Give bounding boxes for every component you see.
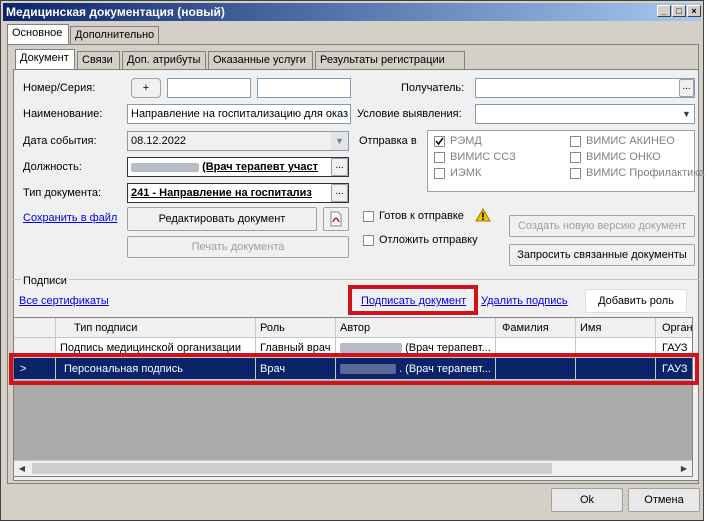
doctype-input[interactable]: 241 - Направление на госпитализ: [127, 183, 349, 203]
cancel-button[interactable]: Отмена: [628, 488, 700, 512]
doctype-picker-button[interactable]: ...: [331, 184, 348, 202]
sub-tabs: Документ Связи Доп. атрибуты Оказанные у…: [15, 49, 695, 71]
date-label: Дата события:: [23, 135, 97, 147]
pdf-icon[interactable]: [323, 207, 349, 231]
maximize-icon[interactable]: □: [672, 5, 686, 17]
ok-button[interactable]: Ok: [551, 488, 623, 512]
checkbox-ssz[interactable]: [434, 152, 445, 163]
add-role-button[interactable]: Добавить роль: [585, 289, 687, 313]
ready-label: Готов к отправке: [379, 210, 464, 222]
number-input[interactable]: [167, 78, 251, 98]
tab-registration-results[interactable]: Результаты регистрации: [315, 51, 465, 69]
number-label: Номер/Серия:: [23, 82, 96, 94]
request-linked-button[interactable]: Запросить связанные документы: [509, 244, 695, 266]
scroll-left-icon[interactable]: ◀: [14, 461, 30, 476]
tab-main[interactable]: Основное: [7, 24, 69, 44]
send-target-label: ИЭМК: [450, 167, 482, 179]
name-input[interactable]: Направление на госпитализацию для оказ: [127, 104, 351, 124]
tab-services[interactable]: Оказанные услуги: [208, 51, 313, 69]
postpone-checkbox[interactable]: [363, 235, 374, 246]
send-target-label: ВИМИС ССЗ: [450, 151, 516, 163]
highlight-selected-row: [9, 353, 699, 385]
signatures-divider: [13, 279, 699, 281]
ready-checkbox[interactable]: [363, 211, 374, 222]
window-title: Медицинская документация (новый): [6, 5, 225, 19]
warning-icon: [475, 208, 491, 222]
checkbox-iemk[interactable]: [434, 168, 445, 179]
tab-additional[interactable]: Дополнительно: [70, 26, 159, 44]
grid-header-org[interactable]: Орган: [656, 318, 692, 338]
scrollbar-thumb[interactable]: [32, 463, 552, 474]
send-target-label: ВИМИС Профилактика: [586, 167, 705, 179]
edit-document-button[interactable]: Редактировать документ: [127, 207, 317, 231]
checkbox-remd[interactable]: [434, 136, 445, 147]
pdf-file-icon: [330, 211, 342, 227]
date-value: 08.12.2022: [131, 135, 187, 147]
send-target-label: ВИМИС ОНКО: [586, 151, 661, 163]
signatures-group-label: Подписи: [21, 274, 69, 288]
grid-header-selector: [14, 318, 56, 338]
send-target-label: ВИМИС АКИНЕО: [586, 135, 675, 147]
grid-header-name[interactable]: Имя: [576, 318, 656, 338]
position-label: Должность:: [23, 161, 82, 173]
receiver-picker-button[interactable]: ...: [679, 79, 694, 97]
send-to-label: Отправка в: [359, 135, 417, 147]
save-to-file-link[interactable]: Сохранить в файл: [23, 212, 117, 224]
grid-header-role[interactable]: Роль: [256, 318, 336, 338]
redacted-name: [131, 162, 199, 172]
condition-select[interactable]: [475, 104, 695, 124]
close-icon[interactable]: ×: [687, 5, 701, 17]
main-window: Медицинская документация (новый) _ □ × О…: [0, 0, 704, 521]
highlight-sign-link: [348, 285, 478, 315]
receiver-input[interactable]: [475, 78, 695, 98]
new-version-button[interactable]: Создать новую версию документ: [509, 215, 695, 237]
grid-header-type[interactable]: Тип подписи: [56, 318, 256, 338]
tab-document[interactable]: Документ: [15, 49, 75, 69]
checkbox-onko[interactable]: [570, 152, 581, 163]
chevron-down-icon[interactable]: ▼: [679, 105, 694, 123]
name-label: Наименование:: [23, 108, 103, 120]
position-value: (Врач терапевт участ: [202, 161, 318, 173]
print-document-button[interactable]: Печать документа: [127, 236, 349, 258]
top-tabs: Основное Дополнительно: [7, 24, 699, 46]
doctype-label: Тип документа:: [23, 187, 102, 199]
horizontal-scrollbar[interactable]: ◀ ▶: [14, 460, 692, 476]
send-targets-list: РЭМД ВИМИС АКИНЕО ВИМИС ССЗ ВИМИС ОНКО И…: [427, 130, 704, 192]
date-input[interactable]: 08.12.2022: [127, 131, 349, 151]
tab-links[interactable]: Связи: [77, 51, 120, 69]
checkbox-profilaktika[interactable]: [570, 168, 581, 179]
position-picker-button[interactable]: ...: [331, 158, 348, 176]
receiver-label: Получатель:: [401, 82, 465, 94]
position-input[interactable]: (Врач терапевт участ: [127, 157, 349, 177]
postpone-label: Отложить отправку: [379, 234, 478, 246]
series-input[interactable]: [257, 78, 351, 98]
checkbox-akineo[interactable]: [570, 136, 581, 147]
grid-header-surname[interactable]: Фамилия: [496, 318, 576, 338]
condition-label: Условие выявления:: [357, 108, 462, 120]
tab-extra-attrs[interactable]: Доп. атрибуты: [122, 51, 206, 69]
doctype-value: 241 - Направление на госпитализ: [131, 187, 312, 199]
minimize-icon[interactable]: _: [657, 5, 671, 17]
send-target-label: РЭМД: [450, 135, 482, 147]
scroll-right-icon[interactable]: ▶: [676, 461, 692, 476]
chevron-down-icon[interactable]: ▼: [331, 132, 348, 150]
title-bar: Медицинская документация (новый): [3, 3, 701, 21]
grid-header-author[interactable]: Автор: [336, 318, 496, 338]
add-number-button[interactable]: +: [131, 78, 161, 98]
signatures-grid: Тип подписи Роль Автор Фамилия Имя Орган…: [13, 317, 693, 477]
check-icon: [435, 137, 444, 146]
redacted-author: [340, 343, 402, 354]
delete-signature-link[interactable]: Удалить подпись: [481, 295, 568, 307]
all-certificates-link[interactable]: Все сертификаты: [19, 295, 109, 307]
